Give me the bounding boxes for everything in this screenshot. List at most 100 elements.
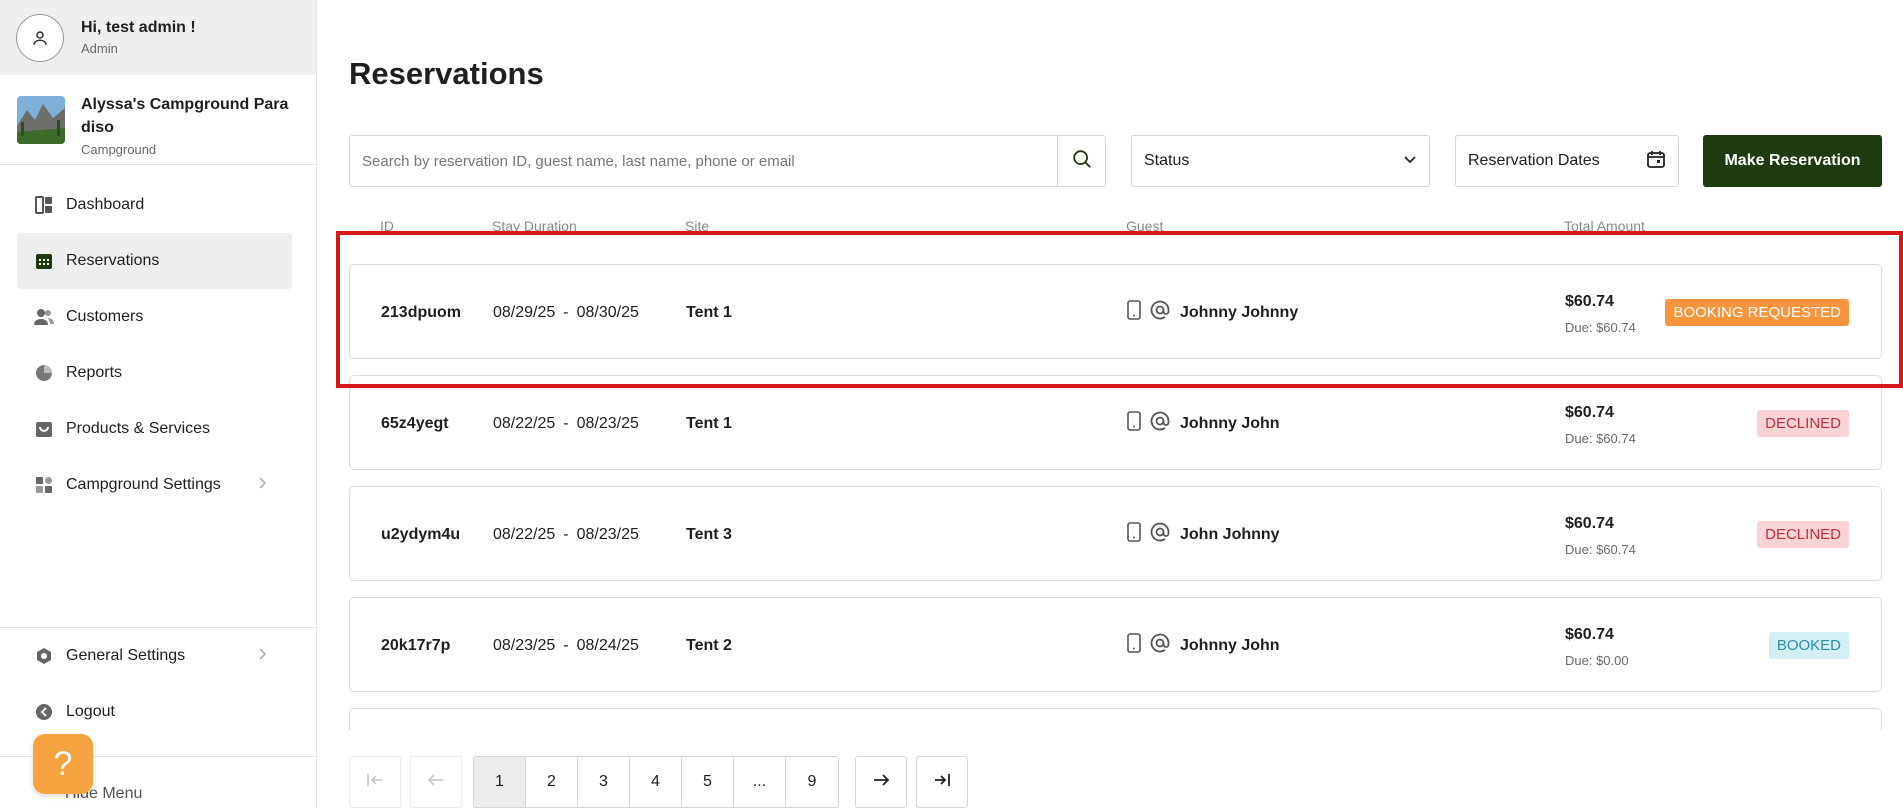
pagination: 1 2 3 4 5 ... 9 [349, 756, 968, 808]
nav-label: General Settings [66, 647, 186, 664]
guest-name: John Johnny [1180, 525, 1280, 543]
campground-type: Campground [81, 142, 157, 157]
page-number[interactable]: 5 [682, 757, 734, 807]
email-icon [1150, 411, 1170, 436]
page-number[interactable]: 9 [786, 757, 838, 807]
status-badge: BOOKED [1768, 632, 1849, 659]
nav-item-products-services[interactable]: Products & Services [17, 401, 292, 457]
reservation-dates-picker[interactable]: Reservation Dates [1455, 135, 1679, 187]
user-role: Admin [81, 41, 118, 56]
status-badge: DECLINED [1757, 410, 1849, 437]
email-icon [1150, 633, 1170, 658]
campground-thumbnail [17, 96, 65, 144]
status-dropdown[interactable]: Status [1131, 135, 1430, 187]
stay-start: 08/23/25 [493, 636, 556, 654]
nav-item-customers[interactable]: Customers [17, 289, 292, 345]
reservation-id: 20k17r7p [381, 636, 451, 654]
nav-item-dashboard[interactable]: Dashboard [17, 177, 292, 233]
reservation-row[interactable]: u2ydym4u 08/22/25 - 08/23/25 Tent 3 John… [349, 486, 1882, 581]
first-page-button[interactable] [349, 756, 401, 808]
page-number[interactable]: 2 [526, 757, 578, 807]
pie-chart-icon [34, 363, 54, 383]
email-icon [1150, 522, 1170, 547]
nav-label: Products & Services [66, 420, 211, 437]
arrow-left-icon [426, 772, 446, 793]
search-button[interactable] [1057, 136, 1105, 186]
last-page-button[interactable] [916, 756, 968, 808]
dashboard-icon [34, 195, 54, 215]
site-name: Tent 1 [686, 414, 732, 432]
page-number[interactable]: 1 [474, 757, 526, 807]
calendar-icon [34, 251, 54, 271]
stay-end: 08/23/25 [576, 414, 639, 432]
question-mark-icon: ? [53, 744, 73, 783]
nav-item-reservations[interactable]: Reservations [17, 233, 292, 289]
stay-duration: 08/22/25 - 08/23/25 [493, 376, 639, 471]
help-button[interactable]: ? [33, 734, 93, 794]
nav-label: Dashboard [66, 196, 145, 213]
due-amount: Due: $0.00 [1565, 653, 1629, 668]
date-separator: - [563, 525, 569, 543]
make-reservation-button[interactable]: Make Reservation [1703, 135, 1882, 187]
site-name: Tent 3 [686, 525, 732, 543]
page-title: Reservations [349, 56, 544, 91]
stay-start: 08/22/25 [493, 525, 556, 543]
highlight-annotation-box [336, 231, 1903, 388]
dates-label: Reservation Dates [1468, 152, 1600, 169]
status-label: Status [1144, 152, 1190, 169]
shopping-bag-icon [34, 419, 54, 439]
reservation-id: u2ydym4u [381, 525, 461, 543]
nav-label: Reservations [66, 252, 160, 269]
phone-icon [1127, 411, 1141, 436]
nav-item-logout[interactable]: Logout [17, 684, 292, 740]
sidebar: Hi, test admin ! Admin Alyssa's Campgrou… [0, 0, 317, 808]
chevron-right-icon [258, 647, 268, 666]
phone-icon [1127, 633, 1141, 658]
nav-item-general-settings[interactable]: General Settings [17, 628, 292, 684]
nav-label: Campground Settings [66, 476, 221, 493]
hexagon-gear-icon [34, 646, 54, 666]
page-numbers: 1 2 3 4 5 ... 9 [473, 756, 839, 808]
page-number[interactable]: 3 [578, 757, 630, 807]
reservation-row-partial[interactable] [349, 708, 1882, 730]
guest-name: Johnny John [1180, 414, 1280, 432]
due-amount: Due: $60.74 [1565, 431, 1636, 446]
status-badge: DECLINED [1757, 521, 1849, 548]
chevron-down-icon [1403, 152, 1417, 170]
amount-cell: $60.74 Due: $60.74 [1565, 515, 1636, 557]
bottom-nav: General Settings Logout [0, 627, 317, 740]
logout-icon [34, 702, 54, 722]
main-nav: Dashboard Reservations Customers Reports… [17, 177, 292, 513]
users-icon [34, 307, 54, 327]
nav-item-campground-settings[interactable]: Campground Settings [17, 457, 292, 513]
total-amount: $60.74 [1565, 626, 1614, 643]
next-page-button[interactable] [855, 756, 907, 808]
campground-name: Alyssa's Campground Paradiso [81, 96, 289, 136]
reservation-row[interactable]: 20k17r7p 08/23/25 - 08/24/25 Tent 2 John… [349, 597, 1882, 692]
due-amount: Due: $60.74 [1565, 542, 1636, 557]
guest-name: Johnny John [1180, 636, 1280, 654]
nav-label: Customers [66, 308, 144, 325]
date-separator: - [563, 636, 569, 654]
stay-duration: 08/23/25 - 08/24/25 [493, 598, 639, 693]
user-profile[interactable]: Hi, test admin ! Admin [0, 0, 316, 75]
stay-duration: 08/22/25 - 08/23/25 [493, 487, 639, 582]
previous-page-button[interactable] [410, 756, 462, 808]
grid-icon [34, 475, 54, 495]
calendar-icon [1646, 149, 1666, 174]
first-page-icon [365, 772, 385, 793]
site-name: Tent 2 [686, 636, 732, 654]
search-input[interactable] [350, 136, 1057, 186]
guest-cell: Johnny John [1127, 598, 1280, 693]
amount-cell: $60.74 Due: $0.00 [1565, 626, 1629, 668]
nav-item-reports[interactable]: Reports [17, 345, 292, 401]
total-amount: $60.74 [1565, 515, 1614, 532]
page-number[interactable]: 4 [630, 757, 682, 807]
page-ellipsis: ... [734, 757, 786, 807]
reservation-row[interactable]: 65z4yegt 08/22/25 - 08/23/25 Tent 1 John… [349, 375, 1882, 470]
campground-switcher[interactable]: Alyssa's Campground Paradiso Campground [0, 75, 316, 165]
phone-icon [1127, 522, 1141, 547]
reservation-id: 65z4yegt [381, 414, 449, 432]
user-avatar-icon [16, 13, 64, 62]
search-box [349, 135, 1106, 187]
